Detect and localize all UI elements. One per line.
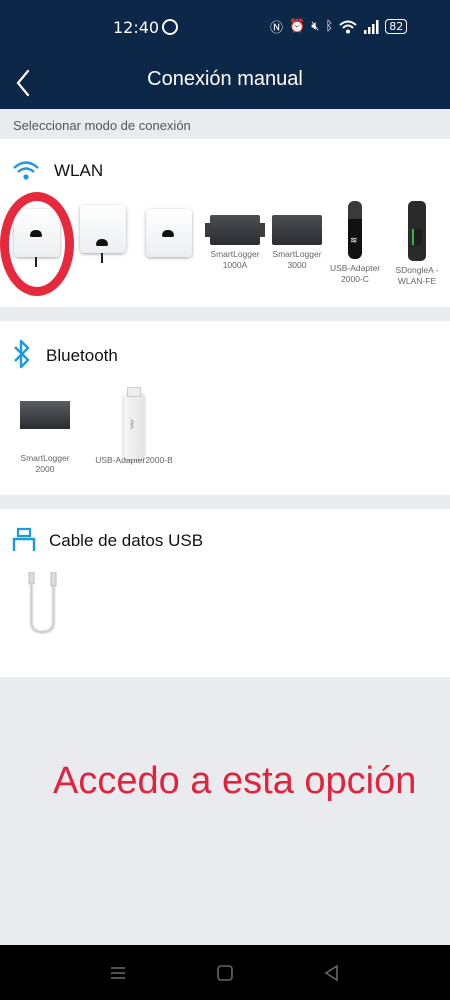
system-nav-bar (0, 945, 450, 1000)
smartlogger-image (272, 215, 322, 245)
alarm-icon: ⏰ (289, 19, 306, 34)
device-label: SDongleA -WLAN-FE (395, 265, 439, 286)
app-header: Conexión manual (0, 56, 450, 109)
usb-icon (12, 527, 36, 551)
mute-icon: 🔇︎ (311, 19, 320, 34)
device-inverter-2[interactable] (70, 205, 136, 263)
device-usb-adapter-2000c[interactable]: ≋ USB-Adapter 2000-C (322, 201, 388, 285)
usb-title: Cable de datos USB (49, 531, 204, 550)
usb-adapter-image: ᛒ (124, 387, 144, 459)
inverter-image (146, 209, 192, 257)
device-sdonglea-wlan-fe[interactable]: SDongleA -WLAN-FE (384, 201, 450, 287)
signal-icon (364, 19, 379, 34)
sdongle-image (408, 201, 426, 261)
device-label: SmartLogger 3000 (272, 249, 322, 270)
device-smartlogger-3000[interactable]: SmartLogger 3000 (264, 215, 330, 271)
wifi-icon (13, 161, 39, 180)
device-smartlogger-2000[interactable]: SmartLogger 2000 (12, 401, 78, 475)
usb-adapter-image: ≋ (348, 201, 362, 259)
page-title: Conexión manual (147, 68, 303, 90)
home-icon[interactable] (215, 963, 235, 983)
device-label: SmartLogger 1000A (210, 249, 260, 270)
inverter-image (80, 205, 126, 263)
bluetooth-icon (14, 339, 30, 369)
menu-icon[interactable] (108, 963, 128, 983)
status-icons: Ⓝ ⏰ 🔇︎ ᛒ 82 (270, 17, 408, 36)
highlight-circle (0, 192, 74, 296)
device-label: SmartLogger 2000 (20, 453, 70, 474)
wlan-title: WLAN (54, 161, 104, 180)
device-label: USB-Adapter 2000-C (329, 263, 381, 284)
device-smartlogger-1000a[interactable]: SmartLogger 1000A (202, 215, 268, 271)
status-bar: 12:40 Ⓝ ⏰ 🔇︎ ᛒ 82 (0, 0, 450, 56)
bluetooth-icon: ᛒ (325, 19, 334, 34)
usb-section: Cable de datos USB (0, 509, 450, 677)
nfc-icon: Ⓝ (270, 21, 284, 36)
bluetooth-section: Bluetooth SmartLogger 2000 ᛒ USB-Adapter… (0, 321, 450, 495)
annotation-text: Accedo a esta opción (53, 760, 417, 802)
device-usb-adapter-2000b[interactable]: ᛒ USB-Adapter2000-B (86, 387, 182, 466)
bluetooth-title: Bluetooth (46, 346, 118, 365)
device-inverter-3[interactable] (136, 209, 202, 257)
wifi-icon (339, 20, 357, 33)
usb-cable-image[interactable] (24, 572, 64, 636)
status-time: 12:40 (113, 18, 160, 37)
whatsapp-icon (162, 19, 178, 35)
section-subtitle: Seleccionar modo de conexión (13, 118, 191, 133)
battery-icon: 82 (385, 19, 408, 34)
smartlogger-image (205, 215, 265, 245)
back-icon[interactable] (322, 963, 342, 983)
smartlogger-image (20, 401, 70, 429)
